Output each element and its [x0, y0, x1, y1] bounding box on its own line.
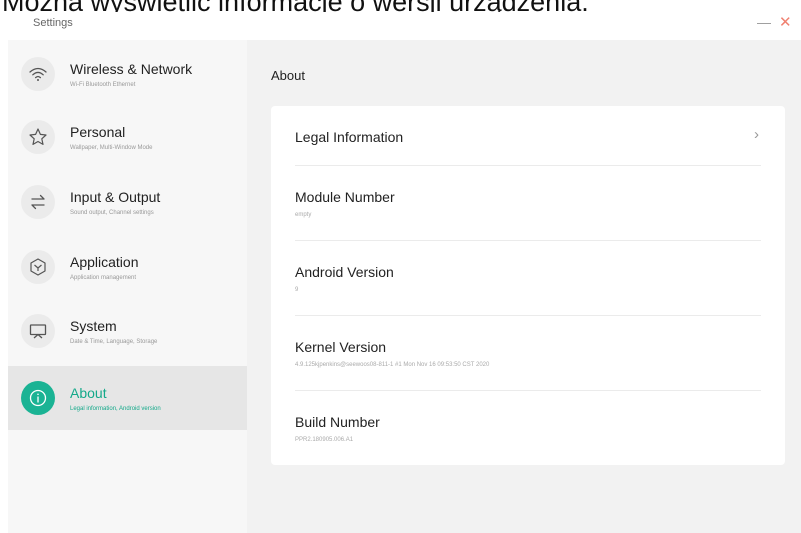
- legal-information-row[interactable]: Legal Information ›: [295, 106, 761, 166]
- about-card: Legal Information › Module Number empty …: [271, 106, 785, 465]
- sidebar-item-subtitle: Wallpaper, Multi-Window Mode: [70, 145, 153, 151]
- chevron-right-icon: ›: [754, 126, 759, 143]
- app-title: Settings: [33, 17, 73, 29]
- sidebar-item-subtitle: Sound output, Channel settings: [70, 210, 154, 216]
- info-icon: [21, 381, 55, 415]
- close-button[interactable]: ✕: [779, 13, 792, 31]
- sidebar-item-application[interactable]: Application Application management: [8, 235, 247, 299]
- sidebar-item-about[interactable]: About Legal information, Android version: [8, 366, 247, 430]
- android-version-row[interactable]: Android Version 9: [295, 241, 761, 316]
- sidebar-item-title: Input & Output: [70, 189, 161, 205]
- row-value: empty: [295, 212, 312, 218]
- sidebar: Wireless & Network Wi-Fi Bluetooth Ether…: [8, 40, 247, 533]
- sidebar-item-subtitle: Wi-Fi Bluetooth Ethernet: [70, 82, 136, 88]
- main-panel: About Legal Information › Module Number …: [247, 40, 801, 533]
- sidebar-item-title: Wireless & Network: [70, 61, 193, 77]
- wifi-icon: [21, 57, 55, 91]
- star-icon: [21, 120, 55, 154]
- page-title: About: [271, 68, 305, 83]
- swap-arrows-icon: [21, 185, 55, 219]
- sidebar-item-title: Application: [70, 254, 139, 270]
- sidebar-item-subtitle: Application management: [70, 275, 137, 281]
- sidebar-item-input-output[interactable]: Input & Output Sound output, Channel set…: [8, 170, 247, 234]
- row-title: Module Number: [295, 189, 395, 205]
- sidebar-item-title: About: [70, 385, 107, 401]
- monitor-icon: [21, 314, 55, 348]
- row-value: 9: [295, 287, 299, 293]
- module-number-row[interactable]: Module Number empty: [295, 166, 761, 241]
- row-title: Legal Information: [295, 129, 404, 145]
- sidebar-item-personal[interactable]: Personal Wallpaper, Multi-Window Mode: [8, 105, 247, 169]
- sidebar-item-title: System: [70, 318, 117, 334]
- cube-icon: [21, 250, 55, 284]
- row-title: Android Version: [295, 264, 394, 280]
- row-value: PPR2.180905.006.A1: [295, 437, 354, 443]
- row-title: Kernel Version: [295, 339, 387, 355]
- kernel-version-row[interactable]: Kernel Version 4.9.125kjpenkins@seewoos0…: [295, 316, 761, 391]
- sidebar-item-subtitle: Legal information, Android version: [70, 406, 161, 412]
- sidebar-item-system[interactable]: System Date & Time, Language, Storage: [8, 299, 247, 363]
- row-title: Build Number: [295, 414, 380, 430]
- sidebar-item-title: Personal: [70, 124, 126, 140]
- minimize-button[interactable]: —: [757, 14, 771, 30]
- sidebar-item-wireless-network[interactable]: Wireless & Network Wi-Fi Bluetooth Ether…: [8, 42, 247, 106]
- title-bar: Settings — ✕: [0, 12, 801, 40]
- sidebar-item-subtitle: Date & Time, Language, Storage: [70, 339, 158, 345]
- build-number-row[interactable]: Build Number PPR2.180905.006.A1: [295, 391, 761, 465]
- row-value: 4.9.125kjpenkins@seewoos08-811-1 #1 Mon …: [295, 362, 490, 368]
